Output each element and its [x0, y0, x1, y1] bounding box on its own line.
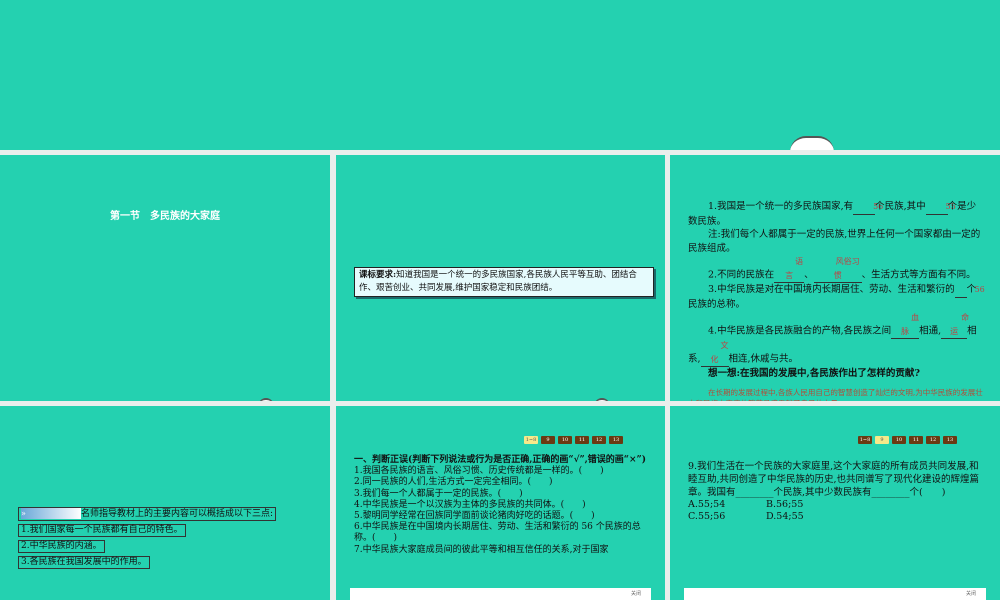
nav-button[interactable]: 12	[926, 436, 940, 444]
mouse-icon	[258, 398, 274, 401]
nav-button[interactable]: 9	[875, 436, 889, 444]
question: 2.同一民族的人们,生活方式一定完全相同。( )	[354, 477, 553, 488]
option-c[interactable]: C.55;56	[688, 511, 766, 523]
question-nav: 1~8 9 10 11 12 13	[858, 436, 957, 444]
nav-button[interactable]: 1~8	[524, 436, 538, 444]
blank: 风俗习惯	[813, 255, 862, 283]
content: 1.我国是一个统一的多民族国家,有 56个民族,其中 55个是少数民族。 注:我们每…	[688, 200, 985, 402]
text: 1.我国是一个统一的多民族国家,有	[708, 201, 854, 212]
close-button[interactable]: 关闭	[966, 590, 976, 597]
blank: 语言	[774, 255, 805, 283]
arrow-icon: »	[21, 508, 81, 519]
slide-3[interactable]: 课标要求:知道我国是一个统一的多民族国家,各民族人民平等互助、团结合作、艰苦创业…	[336, 155, 665, 401]
text: 、	[804, 269, 814, 281]
summary-header: » 名师指导教材上的主要内容可以概括成以下三点:	[18, 507, 277, 521]
slide-1[interactable]	[0, 0, 1000, 150]
blank: 血脉	[891, 311, 920, 339]
slide-2[interactable]: 第一节 多民族的大家庭	[0, 155, 330, 401]
mouse-icon	[594, 398, 610, 401]
text: 个民族,其中	[875, 201, 926, 212]
text: 2.不同的民族在	[708, 269, 775, 281]
point: 2.中华民族的内涵。	[18, 540, 105, 553]
question: 7.中华民族大家庭成员间的彼此平等和相互信任的关系,对于国家	[354, 544, 609, 555]
standard-label: 课标要求:	[359, 270, 397, 280]
text: 相通,	[919, 325, 942, 337]
question: 5.黎明同学经常在回族同学面前谈论猪肉好吃的话题。( )	[354, 511, 595, 522]
nav-button[interactable]: 11	[909, 436, 923, 444]
slide-6[interactable]: 1~8 9 10 11 12 13 一、判断正误(判断下列说法或行为是否正确,正确的画“√…	[336, 406, 665, 600]
text: 相连,休戚与共。	[728, 353, 799, 365]
question-9: 9.我们生活在一个民族的大家庭里,这个大家庭的所有成员共同发展,和睦互助,共同创…	[688, 460, 983, 523]
blank: 56	[853, 200, 883, 215]
think-question: 想一想:在我国的发展中,各民族作出了怎样的贡献?	[708, 368, 920, 379]
close-button[interactable]: 关闭	[631, 590, 641, 597]
questions: 一、判断正误(判断下列说法或行为是否正确,正确的画“√”,错误的画“×”) 1.…	[354, 455, 649, 556]
mouse-icon	[790, 136, 834, 150]
note: 注:我们每个人都属于一定的民族,世界上任何一个国家都由一定的民族组成。	[688, 229, 981, 254]
option-a[interactable]: A.55;54	[688, 499, 766, 511]
nav-button[interactable]: 13	[943, 436, 957, 444]
blank: 文化	[700, 339, 729, 367]
question: 3.我们每一个人都属于一定的民族。( )	[354, 488, 523, 499]
nav-button[interactable]: 13	[609, 436, 623, 444]
option-d[interactable]: D.54;55	[766, 511, 844, 523]
nav-button[interactable]: 10	[892, 436, 906, 444]
text: 、生活方式等方面有不同。	[861, 269, 976, 281]
text: 4.中华民族是各民族融合的产物,各民族之间	[708, 325, 892, 337]
nav-button[interactable]: 12	[592, 436, 606, 444]
blank: 命运	[941, 311, 969, 339]
slide-4[interactable]: 1.我国是一个统一的多民族国家,有 56个民族,其中 55个是少数民族。 注:我们每…	[670, 155, 1000, 401]
question: 4.中华民族是一个以汉族为主体的多民族的共同体。( )	[354, 499, 586, 510]
text: 3.中华民族是对在中国境内长期居住、劳动、生活和繁衍的	[708, 284, 955, 295]
question-text: 9.我们生活在一个民族的大家庭里,这个大家庭的所有成员共同发展,和睦互助,共同创…	[688, 461, 980, 498]
slide-5[interactable]: » 名师指导教材上的主要内容可以概括成以下三点: 1.我们国家每一个民族都有自己的…	[0, 406, 330, 600]
question: 6.中华民族是在中国境内长期居住、劳动、生活和繁衍的 56 个民族的总称。( )	[354, 522, 641, 544]
nav-button[interactable]: 1~8	[858, 436, 872, 444]
nav-button[interactable]: 10	[558, 436, 572, 444]
standard-box: 课标要求:知道我国是一个统一的多民族国家,各民族人民平等互助、团结合作、艰苦创业…	[354, 267, 654, 297]
point: 3.各民族在我国发展中的作用。	[18, 556, 150, 569]
section-heading: 一、判断正误(判断下列说法或行为是否正确,正确的画“√”,错误的画“×”)	[354, 455, 646, 465]
nav-button[interactable]: 9	[541, 436, 555, 444]
slide-title: 第一节 多民族的大家庭	[110, 211, 220, 222]
blank: 55	[925, 200, 956, 215]
point: 1.我们国家每一个民族都有自己的特色。	[18, 524, 186, 537]
question: 1.我国各民族的语言、风俗习惯、历史传统都是一样的。( )	[354, 466, 604, 477]
option-b[interactable]: B.56;55	[766, 499, 844, 511]
answer-bar: 关闭	[684, 588, 986, 600]
slide-7[interactable]: 1~8 9 10 11 12 13 9.我们生活在一个民族的大家庭里,这个大家庭的所有成员…	[670, 406, 1000, 600]
header-text: 名师指导教材上的主要内容可以概括成以下三点:	[81, 509, 274, 519]
answer-bar: 关闭	[350, 588, 651, 600]
answer: 在长期的发展过程中,各族人民用自己的智慧创造了灿烂的文明,为中华民族的发展壮大和…	[688, 387, 983, 402]
question-nav: 1~8 9 10 11 12 13	[524, 436, 623, 444]
summary: » 名师指导教材上的主要内容可以概括成以下三点: 1.我们国家每一个民族都有自己的…	[18, 507, 277, 571]
blank: 56	[954, 283, 985, 298]
nav-button[interactable]: 11	[575, 436, 589, 444]
standard-text: 知道我国是一个统一的多民族国家,各民族人民平等互助、团结合作、艰苦创业、共同发展…	[359, 270, 637, 293]
